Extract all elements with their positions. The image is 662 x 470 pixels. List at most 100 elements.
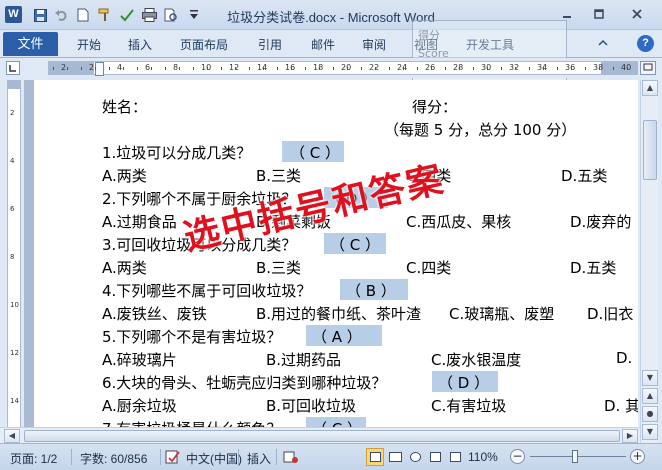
vertical-ruler[interactable]: 2 4 6 8 10 12 14 [7,80,21,445]
vertical-scroll-thumb[interactable] [643,120,657,180]
status-bar: 页面: 1/2 字数: 60/856 中文(中国) 插入 110% − + [0,443,662,470]
tab-home[interactable]: 开始 [77,36,101,53]
tab-references[interactable]: 引用 [258,36,282,53]
option-a: A.两类 [102,167,147,185]
tab-review[interactable]: 审阅 [362,36,386,53]
ribbon-minimize-icon[interactable] [598,36,608,50]
previous-page-icon[interactable]: ▲ [642,388,658,404]
ruler-number: 8 [173,63,179,72]
ruler-tick [417,67,418,70]
page-count[interactable]: 页面: 1/2 [10,450,57,467]
name-label: 姓名： [102,98,148,116]
zoom-slider-thumb[interactable] [572,450,578,463]
option-d: D.五类 [570,259,617,277]
outline-view-icon[interactable] [426,448,444,466]
answer-text: （ B ） [346,282,396,300]
ruler-tick [235,67,236,70]
ruler-right-margin [601,62,637,74]
ruler-tick [613,67,614,70]
ruler-tick [193,67,194,70]
ruler-tick [389,67,390,70]
option-b: B.用过的餐巾纸、茶叶渣 [256,305,422,323]
ruler-tick [361,67,362,70]
tab-mailings[interactable]: 邮件 [311,36,335,53]
scroll-down-icon[interactable]: ▼ [642,370,658,386]
web-layout-icon[interactable] [406,448,424,466]
ruler-tick [207,67,208,70]
language-indicator[interactable]: 中文(中国) [186,450,242,467]
full-screen-reading-icon[interactable] [386,448,404,466]
close-icon[interactable] [625,4,649,24]
ruler-tick [123,67,124,70]
ruler-tick [515,67,516,70]
vruler-top-margin [8,81,20,89]
insert-mode[interactable]: 插入 [247,450,271,467]
ruler-tick [305,67,306,70]
ruler-tick [81,67,82,70]
ruler-number: 4 [117,63,123,72]
option-b: B.可回收垃圾 [266,397,357,415]
option-b: B.三类 [256,259,302,277]
ruler-left-margin [49,62,94,74]
question-text: 1.垃圾可以分成几类？ [102,144,252,162]
zoom-out-button[interactable]: − [510,449,525,464]
answer-text: （ C ） [290,144,341,162]
ruler-tick [599,67,600,70]
document-page[interactable]: 姓名： 得分： （每题 5 分，总分 100 分） 1.垃圾可以分成几类？ （ … [34,80,638,445]
tab-selector-icon[interactable] [6,61,20,75]
option-a: A.厨余垃圾 [102,397,177,415]
scroll-left-icon[interactable]: ◀ [4,429,20,443]
next-page-icon[interactable]: ▼ [642,424,658,440]
horizontal-scroll-thumb[interactable] [24,430,620,442]
print-layout-view-icon[interactable] [366,448,384,466]
ruler-tick [165,67,166,70]
ruler-tick [627,67,628,70]
ruler-tick [347,67,348,70]
ruler-tick [53,67,54,70]
ruler-tick [445,67,446,70]
horizontal-scrollbar[interactable]: ◀ ▶ [0,427,640,443]
zoom-in-button[interactable]: + [630,449,645,464]
ruler-number: 6 [145,63,151,72]
scroll-up-icon[interactable]: ▲ [642,80,658,96]
indent-marker-icon[interactable] [95,62,104,76]
macro-record-icon[interactable] [283,450,299,467]
ruler-tick [473,67,474,70]
vertical-scrollbar[interactable]: ▲ ▼ ▲ ● ▼ [640,80,658,445]
ruler-tick [291,67,292,70]
zoom-level[interactable]: 110% [468,450,498,464]
option-c: C.废水银温度 [431,351,522,369]
ruler-tick [263,67,264,70]
option-a: A.过期食品 [102,213,177,231]
tab-page-layout[interactable]: 页面布局 [180,36,228,53]
ruler-number: 12 [10,349,19,357]
status-divider [276,449,277,465]
word-count[interactable]: 字数: 60/856 [80,450,147,467]
scroll-right-icon[interactable]: ▶ [622,429,638,443]
help-icon[interactable]: ? [637,35,654,52]
draft-view-icon[interactable] [446,448,464,466]
answer-text: （ C ） [330,236,381,254]
view-ruler-icon[interactable] [640,61,656,75]
ruler-number: 2 [61,63,67,72]
answer-text: （ A ） [312,328,362,346]
ruler-tick [571,67,572,70]
browse-object-icon[interactable]: ● [642,406,658,422]
option-d: D.废弃的 [570,213,632,231]
zoom-slider[interactable] [530,456,626,457]
proofing-icon[interactable] [165,450,181,467]
status-divider [160,449,161,465]
answer-text: （ D ） [438,374,490,392]
option-c: C.西瓜皮、果核 [406,213,512,231]
tab-insert[interactable]: 插入 [128,36,152,53]
tab-file[interactable]: 文件 [3,32,58,56]
ruler-tick [529,67,530,70]
document-area[interactable]: 姓名： 得分： （每题 5 分，总分 100 分） 1.垃圾可以分成几类？ （ … [24,80,638,445]
status-divider [238,449,239,465]
horizontal-ruler[interactable]: 2246810121416182022242628303234363840 [48,61,638,76]
ruler-number: 14 [10,397,19,405]
ruler-tick [585,67,586,70]
ruler-number: 8 [10,253,15,261]
ruler-tick [67,67,68,70]
restore-icon[interactable] [587,4,611,24]
